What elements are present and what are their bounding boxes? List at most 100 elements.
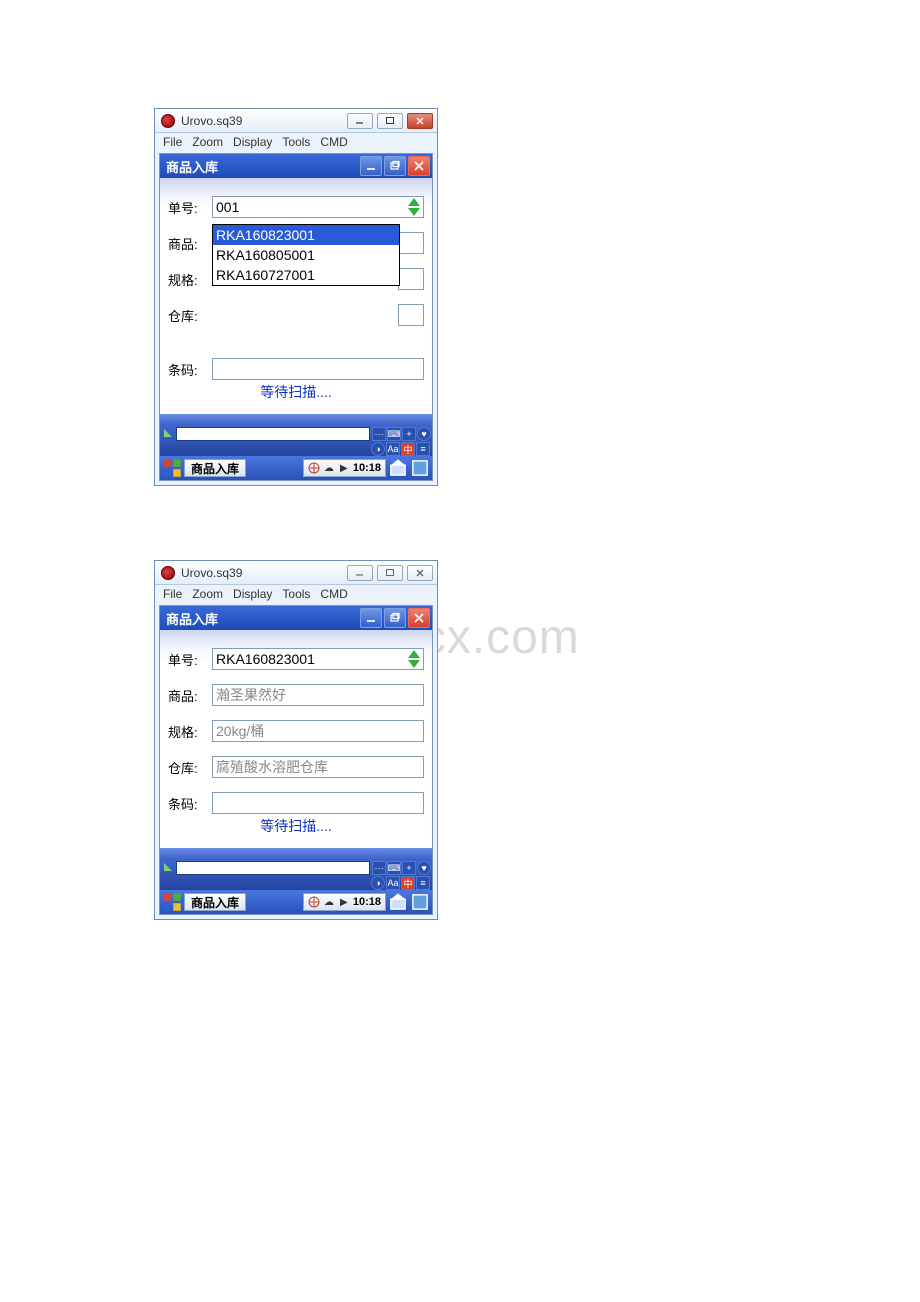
spin-control[interactable] xyxy=(405,649,423,669)
dropdown-option[interactable]: RKA160823001 xyxy=(213,225,399,245)
ime-aa-icon[interactable]: Aa xyxy=(386,442,400,456)
ime-zh-icon[interactable]: 中 xyxy=(401,876,415,890)
tray-overflow-icon[interactable] xyxy=(410,893,430,911)
show-desktop-button[interactable] xyxy=(388,893,408,911)
ime-dots-icon[interactable]: ⋯ xyxy=(372,427,386,441)
warehouse-input[interactable] xyxy=(212,756,424,778)
ime-zh-icon[interactable]: 中 xyxy=(401,442,415,456)
device-screen: 商品入库 单号: xyxy=(159,605,433,915)
inner-restore-button[interactable] xyxy=(384,156,406,176)
taskbar-app-button[interactable]: 商品入库 xyxy=(184,459,246,477)
app-icon xyxy=(161,114,175,128)
close-button[interactable] xyxy=(407,565,433,581)
menu-tools[interactable]: Tools xyxy=(282,587,310,601)
minimize-button[interactable] xyxy=(347,565,373,581)
dropdown-option[interactable]: RKA160805001 xyxy=(213,245,399,265)
maximize-button[interactable] xyxy=(377,565,403,581)
tray-globe-icon[interactable] xyxy=(308,896,320,908)
ime-droplet-icon[interactable]: ♥ xyxy=(417,427,431,441)
ime-arrow-icon xyxy=(162,861,174,873)
ime-aa-icon[interactable]: Aa xyxy=(386,876,400,890)
form-body: 单号: 商品: 规格: xyxy=(160,630,432,848)
system-tray[interactable]: ☁ ▶ 10:18 xyxy=(303,893,386,911)
maximize-button[interactable] xyxy=(377,113,403,129)
ime-bar: ⋯ ⌨ + ♥ ◑ Aa 中 ≡ xyxy=(160,860,432,890)
ime-list-icon[interactable]: ≡ xyxy=(416,876,430,890)
menu-cmd[interactable]: CMD xyxy=(320,587,347,601)
form-body: 单号: 商品: 规格: xyxy=(160,178,432,414)
warehouse-short-input[interactable] xyxy=(398,304,424,326)
inner-minimize-button[interactable] xyxy=(360,156,382,176)
menu-zoom[interactable]: Zoom xyxy=(192,135,223,149)
menu-display[interactable]: Display xyxy=(233,587,272,601)
inner-titlebar: 商品入库 xyxy=(160,606,432,630)
tray-arrow-icon[interactable]: ▶ xyxy=(338,896,350,908)
tray-overflow-icon[interactable] xyxy=(410,459,430,477)
inner-close-button[interactable] xyxy=(408,156,430,176)
dropdown-option[interactable]: RKA160727001 xyxy=(213,265,399,285)
order-dropdown-list[interactable]: RKA160823001 RKA160805001 RKA160727001 xyxy=(212,224,400,286)
outer-menubar: File Zoom Display Tools CMD xyxy=(155,133,437,153)
taskbar: 商品入库 ☁ ▶ 10:18 xyxy=(160,890,432,914)
label-product: 商品: xyxy=(168,234,212,253)
inner-titlebar: 商品入库 xyxy=(160,154,432,178)
order-no-input[interactable] xyxy=(212,648,424,670)
spin-control[interactable] xyxy=(405,197,423,217)
ime-keyboard-icon[interactable]: ⌨ xyxy=(387,427,401,441)
outer-title-text: Urovo.sq39 xyxy=(181,114,347,128)
emulator-window-2: Urovo.sq39 File Zoom Display Tools CMD 商… xyxy=(154,560,438,920)
minimize-button[interactable] xyxy=(347,113,373,129)
inner-title-text: 商品入库 xyxy=(166,609,218,628)
ime-list-icon[interactable]: ≡ xyxy=(416,442,430,456)
menu-file[interactable]: File xyxy=(163,135,182,149)
barcode-input[interactable] xyxy=(212,792,424,814)
label-product: 商品: xyxy=(168,686,212,705)
ime-plus-icon[interactable]: + xyxy=(402,427,416,441)
label-warehouse: 仓库: xyxy=(168,758,212,777)
emulator-window-1: Urovo.sq39 File Zoom Display Tools CMD 商… xyxy=(154,108,438,486)
inner-close-button[interactable] xyxy=(408,608,430,628)
menu-cmd[interactable]: CMD xyxy=(320,135,347,149)
tray-globe-icon[interactable] xyxy=(308,462,320,474)
spec-input[interactable] xyxy=(212,720,424,742)
inner-minimize-button[interactable] xyxy=(360,608,382,628)
inner-restore-button[interactable] xyxy=(384,608,406,628)
start-button[interactable] xyxy=(162,459,182,477)
clock: 10:18 xyxy=(353,896,381,908)
separator-strip xyxy=(160,414,432,426)
menu-file[interactable]: File xyxy=(163,587,182,601)
menu-tools[interactable]: Tools xyxy=(282,135,310,149)
product-input[interactable] xyxy=(212,684,424,706)
spec-short-input[interactable] xyxy=(398,268,424,290)
tray-cloud-icon[interactable]: ☁ xyxy=(323,462,335,474)
menu-display[interactable]: Display xyxy=(233,135,272,149)
taskbar: 商品入库 ☁ ▶ 10:18 xyxy=(160,456,432,480)
ime-moon-icon[interactable]: ◑ xyxy=(371,442,385,456)
ime-plus-icon[interactable]: + xyxy=(402,861,416,875)
label-order-no: 单号: xyxy=(168,650,212,669)
label-warehouse: 仓库: xyxy=(168,306,212,325)
tray-cloud-icon[interactable]: ☁ xyxy=(323,896,335,908)
start-button[interactable] xyxy=(162,893,182,911)
label-spec: 规格: xyxy=(168,722,212,741)
ime-droplet-icon[interactable]: ♥ xyxy=(417,861,431,875)
label-order-no: 单号: xyxy=(168,198,212,217)
clock: 10:18 xyxy=(353,462,381,474)
tray-arrow-icon[interactable]: ▶ xyxy=(338,462,350,474)
barcode-input[interactable] xyxy=(212,358,424,380)
ime-dots-icon[interactable]: ⋯ xyxy=(372,861,386,875)
ime-moon-icon[interactable]: ◑ xyxy=(371,876,385,890)
show-desktop-button[interactable] xyxy=(388,459,408,477)
order-no-input[interactable] xyxy=(212,196,424,218)
menu-zoom[interactable]: Zoom xyxy=(192,587,223,601)
label-barcode: 条码: xyxy=(168,794,212,813)
system-tray[interactable]: ☁ ▶ 10:18 xyxy=(303,459,386,477)
product-short-input[interactable] xyxy=(398,232,424,254)
close-button[interactable] xyxy=(407,113,433,129)
ime-input[interactable] xyxy=(176,861,370,875)
ime-input[interactable] xyxy=(176,427,370,441)
taskbar-app-button[interactable]: 商品入库 xyxy=(184,893,246,911)
app-icon xyxy=(161,566,175,580)
ime-keyboard-icon[interactable]: ⌨ xyxy=(387,861,401,875)
ime-bar: ⋯ ⌨ + ♥ ◑ Aa 中 ≡ xyxy=(160,426,432,456)
